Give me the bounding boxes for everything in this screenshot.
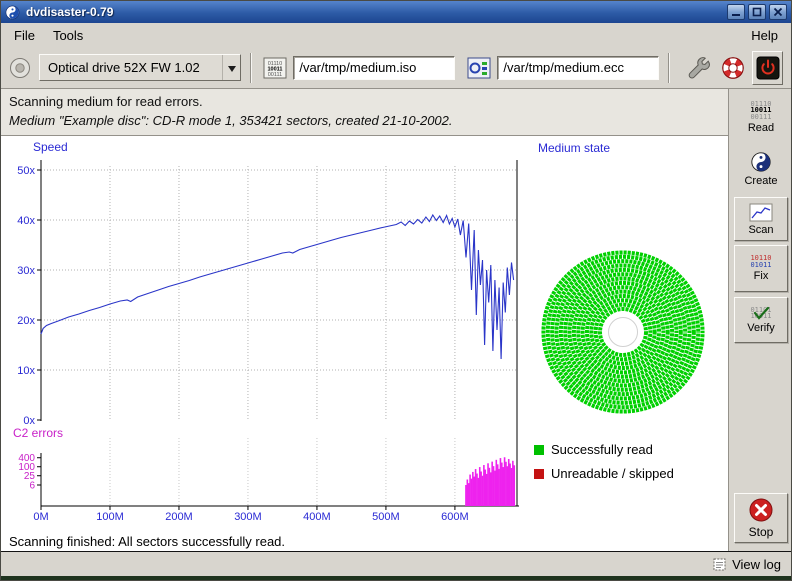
- axis-tick-label: 200M: [165, 511, 193, 523]
- scan-button-label: Scan: [748, 224, 773, 236]
- axis-tick-label: 500M: [372, 511, 400, 523]
- verify-button[interactable]: 01101 10011 Verify: [734, 297, 788, 343]
- status-header-line2: Medium "Example disc": CD-R mode 1, 3534…: [9, 113, 728, 128]
- axis-tick-label: 50x: [17, 165, 35, 177]
- menu-help[interactable]: Help: [742, 26, 787, 45]
- fix-button-label: Fix: [754, 270, 769, 282]
- checkmark-icon: [750, 304, 772, 322]
- speed-chart-title: Speed: [33, 140, 68, 154]
- help-button[interactable]: [718, 51, 749, 85]
- scan-charts: Speed C2 errors 0x10x20x30x40x50x0M100M2…: [9, 138, 539, 530]
- toolbar: Optical drive 52X FW 1.02 01110 10011 00…: [1, 47, 791, 89]
- medium-state-title: Medium state: [538, 141, 610, 155]
- axis-tick-label: 100M: [96, 511, 124, 523]
- legend-item-unreadable: Unreadable / skipped: [534, 466, 674, 481]
- axis-tick-label: 30x: [17, 265, 35, 277]
- view-log-button[interactable]: View log: [732, 557, 781, 572]
- drive-selector-dropdown[interactable]: Optical drive 52X FW 1.02: [39, 54, 241, 81]
- verify-icon: 01101 10011: [750, 307, 771, 320]
- disc-center-hole: [609, 318, 638, 347]
- legend-swatch-unreadable: [534, 469, 544, 479]
- window-bottom-edge: [1, 576, 791, 581]
- stop-button-label: Stop: [749, 525, 774, 539]
- yin-yang-icon: [750, 151, 772, 173]
- window-controls: [727, 4, 787, 20]
- app-window: dvdisaster-0.79 File Tools Help Optical …: [0, 0, 792, 581]
- window-title: dvdisaster-0.79: [26, 5, 721, 19]
- axis-tick-label: 40x: [17, 215, 35, 227]
- status-header: Scanning medium for read errors. Medium …: [1, 89, 728, 136]
- menubar: File Tools Help: [1, 23, 791, 47]
- c2-errors-chart-title: C2 errors: [13, 426, 63, 440]
- disc-spiral-graphic: [535, 243, 711, 421]
- titlebar[interactable]: dvdisaster-0.79: [1, 1, 791, 23]
- read-button-label: Read: [748, 122, 774, 134]
- scan-chart-icon: [749, 203, 773, 222]
- legend-label-unreadable: Unreadable / skipped: [551, 466, 674, 481]
- axis-tick-label: 0M: [33, 511, 48, 523]
- legend-item-success: Successfully read: [534, 442, 653, 457]
- axis-tick-label: 600M: [441, 511, 469, 523]
- ecc-file-icon: [467, 57, 491, 79]
- scan-result-message: Scanning finished: All sectors successfu…: [9, 534, 285, 549]
- svg-text:00111: 00111: [268, 72, 282, 78]
- stop-button[interactable]: Stop: [734, 493, 788, 543]
- app-icon: [5, 5, 20, 20]
- legend-label-success: Successfully read: [551, 442, 653, 457]
- quit-button[interactable]: [752, 51, 783, 85]
- axis-tick-label: 400: [18, 453, 35, 464]
- main-area: Scanning medium for read errors. Medium …: [1, 89, 791, 551]
- stop-icon: [748, 497, 774, 523]
- drive-icon: [9, 57, 31, 79]
- bottom-bar: View log: [1, 551, 791, 576]
- chevron-down-icon[interactable]: [222, 55, 240, 80]
- log-window-icon: [713, 558, 726, 571]
- lifebuoy-icon: [721, 56, 745, 80]
- fix-icon: 10110 01011: [750, 255, 771, 268]
- toolbar-separator: [250, 53, 252, 83]
- menu-file[interactable]: File: [5, 26, 44, 45]
- medium-state-disc: [535, 243, 711, 421]
- wrench-icon: [687, 56, 711, 80]
- status-header-line1: Scanning medium for read errors.: [9, 94, 728, 109]
- power-icon: [756, 56, 780, 80]
- create-button-label: Create: [744, 175, 777, 187]
- preferences-button[interactable]: [683, 51, 714, 85]
- read-icon: 01110 10011 00111: [750, 101, 771, 121]
- content-panel: Speed C2 errors 0x10x20x30x40x50x0M100M2…: [1, 136, 728, 551]
- maximize-button[interactable]: [748, 4, 766, 20]
- toolbar-separator: [668, 53, 670, 83]
- axis-tick-label: 10x: [17, 365, 35, 377]
- fix-button[interactable]: 10110 01011 Fix: [734, 245, 788, 292]
- ecc-path-input[interactable]: [497, 56, 659, 80]
- image-path-input[interactable]: [293, 56, 455, 80]
- drive-selector-value: Optical drive 52X FW 1.02: [40, 60, 222, 75]
- axis-tick-label: 300M: [234, 511, 262, 523]
- axis-tick-label: 20x: [17, 315, 35, 327]
- axis-tick-label: 400M: [303, 511, 331, 523]
- read-button[interactable]: 01110 10011 00111 Read: [734, 94, 788, 141]
- image-file-icon: 01110 10011 00111: [263, 57, 287, 79]
- verify-button-label: Verify: [747, 322, 775, 334]
- menu-tools[interactable]: Tools: [44, 26, 92, 45]
- minimize-button[interactable]: [727, 4, 745, 20]
- legend-swatch-success: [534, 445, 544, 455]
- speed-and-c2-chart: 0x10x20x30x40x50x0M100M200M300M400M500M6…: [9, 138, 539, 530]
- create-button[interactable]: Create: [734, 145, 788, 192]
- scan-button[interactable]: Scan: [734, 197, 788, 241]
- close-button[interactable]: [769, 4, 787, 20]
- action-sidebar: 01110 10011 00111 Read Create: [728, 89, 792, 551]
